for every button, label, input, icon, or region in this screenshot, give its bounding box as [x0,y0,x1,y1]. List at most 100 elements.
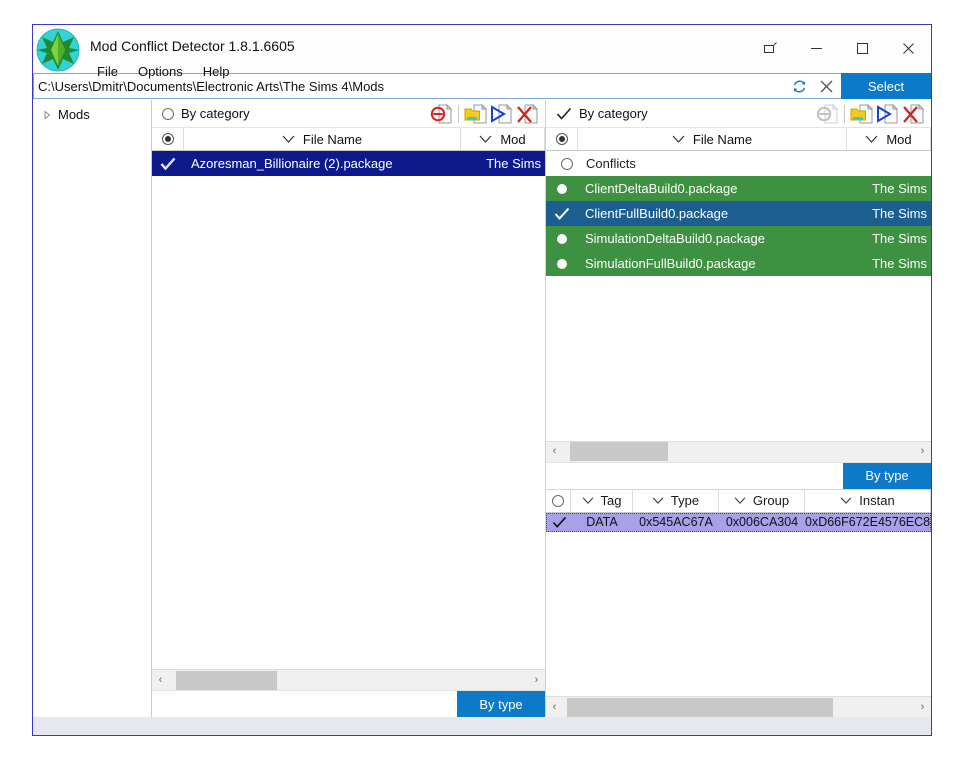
detail-scroll-track[interactable] [563,697,914,717]
status-dot-icon [546,258,577,269]
detail-column-group-label: Group [752,493,790,508]
right-by-category-label: By category [579,106,648,121]
tree-item-mods[interactable]: Mods [33,106,151,123]
delete-package-icon[interactable] [515,103,539,125]
right-by-type-button[interactable]: By type [843,462,931,489]
left-by-type-bar: By type [152,690,545,717]
window-snap-icon[interactable] [747,25,793,71]
detail-column-group[interactable]: Group [719,489,805,512]
left-package-pane: By category File Name Mod Azoresman_Bill… [152,100,546,717]
scroll-right-arrow-icon[interactable]: › [914,698,931,717]
right-by-category-toggle[interactable]: By category [556,106,648,121]
list-item-mod: The Sims [872,206,927,221]
table-row[interactable]: DATA 0x545AC67A 0x006CA304 0xD66F672E457… [546,512,931,532]
chevron-down-icon[interactable] [840,497,852,504]
list-group-header[interactable]: Conflicts [546,151,931,176]
clear-icon[interactable] [818,78,835,95]
scroll-right-arrow-icon[interactable]: › [528,671,545,690]
left-scroll-track[interactable] [169,670,528,690]
left-by-type-button[interactable]: By type [457,691,545,717]
menu-item-file[interactable]: File [88,61,127,82]
list-item[interactable]: SimulationFullBuild0.package The Sims [546,251,931,276]
detail-column-type[interactable]: Type [633,489,719,512]
radio-checked-icon[interactable] [555,133,568,145]
chevron-down-icon[interactable] [282,135,295,143]
radio-unchecked-icon[interactable] [162,107,174,120]
scroll-left-arrow-icon[interactable]: ‹ [546,698,563,717]
enable-package-icon[interactable] [489,103,513,125]
refresh-icon[interactable] [791,78,808,95]
close-icon[interactable] [885,25,931,71]
right-column-file-name-label: File Name [692,131,753,147]
table-cell-type: 0x545AC67A [639,515,713,529]
left-column-mod[interactable]: Mod [461,128,545,150]
chevron-down-icon[interactable] [734,497,746,504]
chevron-down-icon[interactable] [582,497,594,504]
chevron-down-icon[interactable] [479,135,492,143]
toolbar-separator [458,104,459,123]
radio-checked-icon[interactable] [161,133,174,145]
right-column-mod[interactable]: Mod [847,128,931,150]
chevron-right-icon[interactable] [42,109,52,120]
left-scroll-thumb[interactable] [176,670,277,690]
maximize-icon[interactable] [839,25,885,71]
enable-package-icon[interactable] [875,103,899,125]
title-bar: Mod Conflict Detector 1.8.1.6605 File Op… [33,25,931,79]
detail-column-tag[interactable]: Tag [571,489,633,512]
detail-select-all-radio[interactable] [546,489,571,512]
list-item[interactable]: ClientFullBuild0.package The Sims [546,201,931,226]
left-pane-header: By category [152,100,545,127]
checkmark-icon[interactable] [152,157,183,171]
chevron-down-icon[interactable] [865,135,878,143]
delete-package-icon[interactable] [901,103,925,125]
checkmark-icon[interactable] [556,107,572,121]
disable-package-icon[interactable] [430,103,454,125]
right-select-all-radio[interactable] [546,128,578,150]
sims-plumbob-icon [34,28,82,72]
right-horizontal-scrollbar[interactable]: ‹ › [546,440,931,462]
detail-scroll-thumb[interactable] [566,697,834,717]
list-item-file-name: SimulationFullBuild0.package [585,256,756,271]
chevron-down-icon[interactable] [672,135,685,143]
list-item[interactable]: ClientDeltaBuild0.package The Sims [546,176,931,201]
menu-item-options[interactable]: Options [129,61,192,82]
list-item-file-name: Azoresman_Billionaire (2).package [191,156,393,171]
list-item-mod: The Sims [486,156,541,171]
checkmark-icon[interactable] [546,207,577,221]
minimize-icon[interactable] [793,25,839,71]
disable-package-icon [816,103,840,125]
right-pane-header: By category [546,100,931,127]
checkmark-icon[interactable] [547,516,571,529]
left-horizontal-scrollbar[interactable]: ‹ › [152,669,545,690]
open-folder-icon[interactable] [849,103,873,125]
list-item-mod: The Sims [872,231,927,246]
right-column-file-name[interactable]: File Name [578,128,847,150]
left-select-all-radio[interactable] [152,128,184,150]
scroll-left-arrow-icon[interactable]: ‹ [152,671,169,690]
open-folder-icon[interactable] [463,103,487,125]
detail-table-body[interactable]: DATA 0x545AC67A 0x006CA304 0xD66F672E457… [546,512,931,696]
scroll-right-arrow-icon[interactable]: › [914,442,931,461]
folder-tree-pane: Mods [33,100,152,717]
left-package-list[interactable]: Azoresman_Billionaire (2).package The Si… [152,151,545,669]
right-conflict-list[interactable]: Conflicts ClientDeltaBuild0.package The … [546,151,931,441]
menu-item-help[interactable]: Help [194,61,239,82]
right-scroll-thumb[interactable] [570,442,669,461]
detail-column-instance[interactable]: Instan [805,489,931,512]
right-scroll-track[interactable] [563,442,914,461]
left-column-file-name[interactable]: File Name [184,128,461,150]
select-button[interactable]: Select [841,73,931,99]
radio-unchecked-icon[interactable] [556,157,578,170]
left-by-category-toggle[interactable]: By category [162,106,250,121]
list-item-file-name: ClientFullBuild0.package [585,206,729,221]
path-bar-icons [785,73,841,99]
chevron-down-icon[interactable] [652,497,664,504]
list-item-mod: The Sims [872,181,927,196]
list-item-file-name: SimulationDeltaBuild0.package [585,231,765,246]
list-item[interactable]: Azoresman_Billionaire (2).package The Si… [152,151,545,176]
list-item[interactable]: SimulationDeltaBuild0.package The Sims [546,226,931,251]
list-group-label: Conflicts [586,156,636,171]
detail-horizontal-scrollbar[interactable]: ‹ › [546,696,931,717]
scroll-left-arrow-icon[interactable]: ‹ [546,442,563,461]
detail-column-headers: Tag Type Group Instan [546,489,931,513]
